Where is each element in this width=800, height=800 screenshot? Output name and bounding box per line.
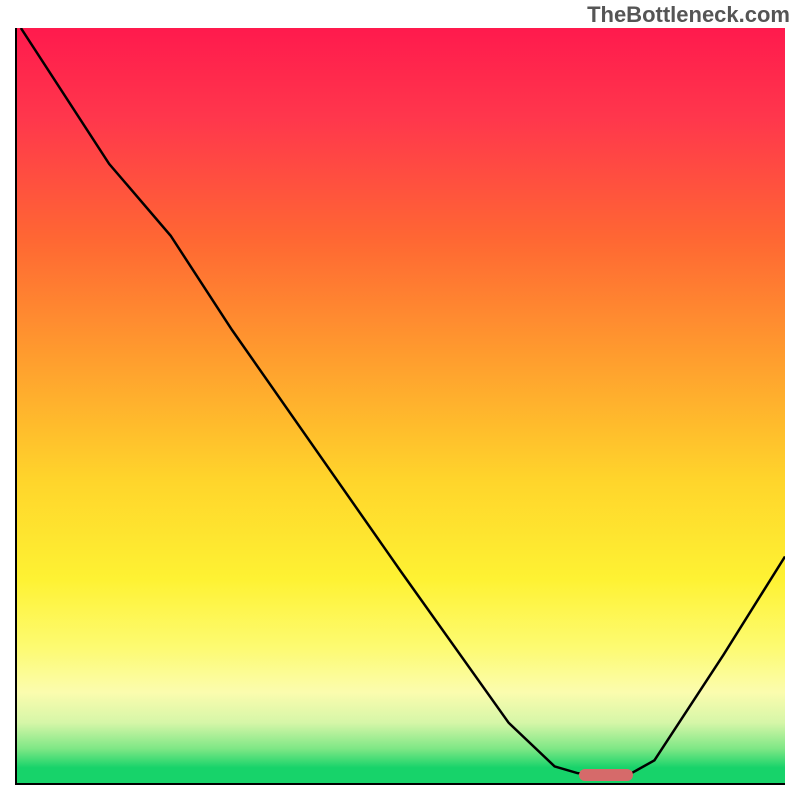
curve-svg [17,28,785,783]
chart-container: TheBottleneck.com [0,0,800,800]
optimal-range-marker [579,769,633,781]
bottleneck-curve [21,28,785,773]
plot-area [15,28,785,785]
watermark-text: TheBottleneck.com [587,2,790,28]
